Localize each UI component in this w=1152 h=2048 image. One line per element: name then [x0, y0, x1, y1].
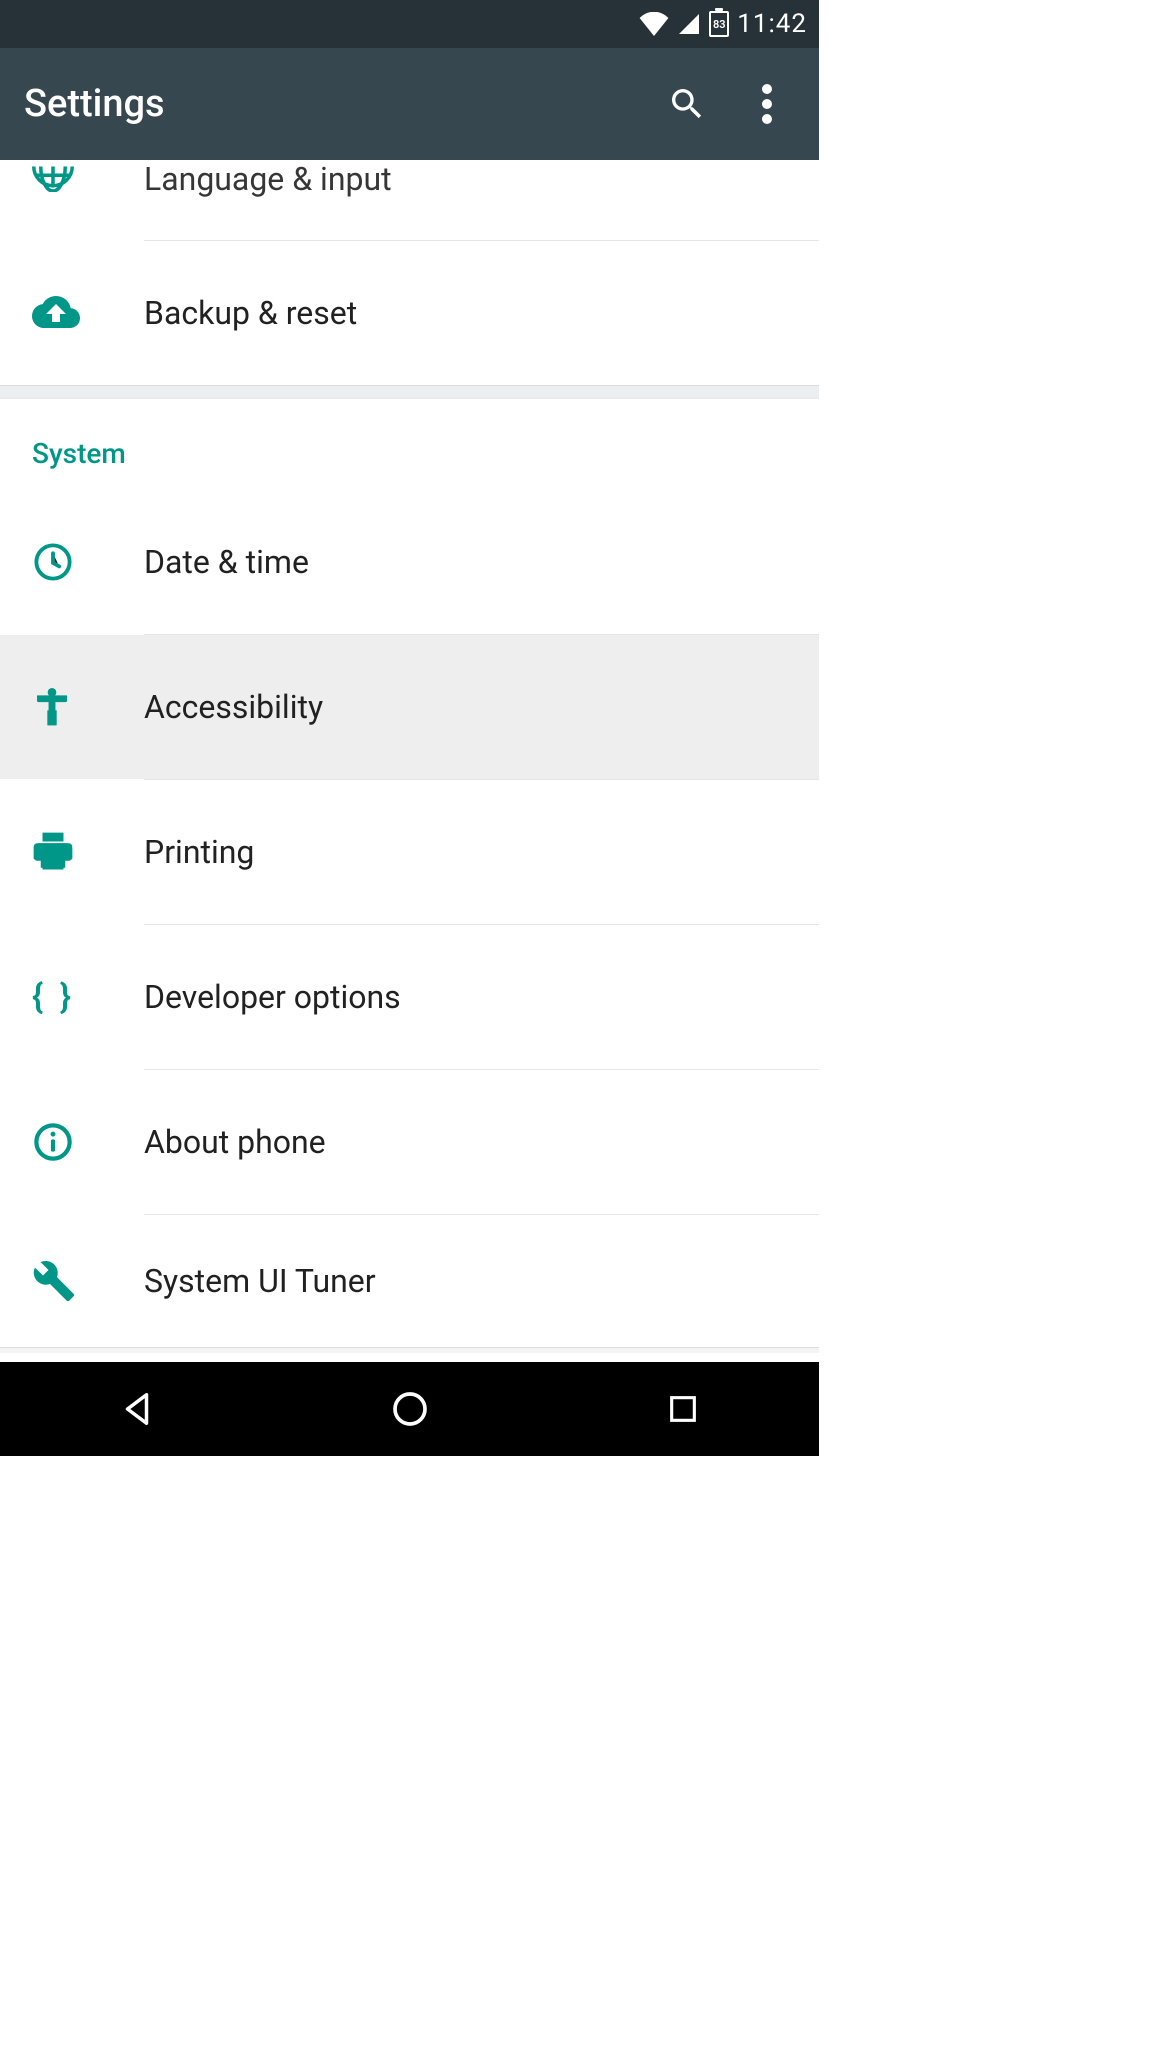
settings-item-label: About phone [144, 1123, 326, 1161]
page-title: Settings [24, 82, 635, 126]
accessibility-icon [32, 686, 72, 728]
info-icon [32, 1121, 74, 1163]
settings-item-datetime[interactable]: Date & time [0, 490, 819, 634]
settings-item-tuner[interactable]: System UI Tuner [0, 1215, 819, 1347]
wrench-icon [32, 1259, 76, 1303]
status-clock: 11:42 [737, 9, 807, 39]
wifi-icon [639, 12, 669, 36]
settings-item-label: Developer options [144, 978, 401, 1016]
printer-icon [32, 832, 74, 872]
signal-icon [677, 12, 701, 36]
settings-item-printing[interactable]: Printing [0, 780, 819, 924]
settings-item-label: Date & time [144, 543, 309, 581]
braces-icon: { } [32, 977, 75, 1017]
settings-item-label: System UI Tuner [144, 1262, 376, 1300]
globe-icon [32, 162, 74, 192]
cloud-upload-icon [32, 296, 80, 330]
search-icon [667, 84, 707, 124]
section-header-system: System [0, 399, 819, 490]
list-end [0, 1347, 819, 1353]
section-separator [0, 385, 819, 399]
overflow-menu-button[interactable] [739, 76, 795, 132]
more-vert-icon [762, 84, 772, 124]
settings-item-accessibility[interactable]: Accessibility [0, 635, 819, 779]
home-icon [390, 1389, 430, 1429]
settings-item-language[interactable]: Language & input [0, 160, 819, 240]
settings-item-label: Backup & reset [144, 294, 357, 332]
clock-icon [32, 541, 74, 583]
settings-item-label: Accessibility [144, 688, 323, 726]
settings-item-label: Language & input [144, 160, 392, 198]
search-button[interactable] [659, 76, 715, 132]
recent-icon [666, 1392, 700, 1426]
settings-item-developer[interactable]: { } Developer options [0, 925, 819, 1069]
app-bar: Settings [0, 48, 819, 160]
nav-back-button[interactable] [77, 1379, 197, 1439]
settings-item-label: Printing [144, 833, 254, 871]
settings-list[interactable]: Language & input Backup & reset System D… [0, 160, 819, 1362]
back-icon [118, 1390, 156, 1428]
nav-recent-button[interactable] [623, 1379, 743, 1439]
battery-level: 83 [713, 18, 726, 31]
nav-home-button[interactable] [350, 1379, 470, 1439]
navigation-bar [0, 1362, 819, 1456]
battery-icon: 83 [709, 11, 729, 37]
settings-item-about[interactable]: About phone [0, 1070, 819, 1214]
status-bar: 83 11:42 [0, 0, 819, 48]
settings-item-backup[interactable]: Backup & reset [0, 241, 819, 385]
